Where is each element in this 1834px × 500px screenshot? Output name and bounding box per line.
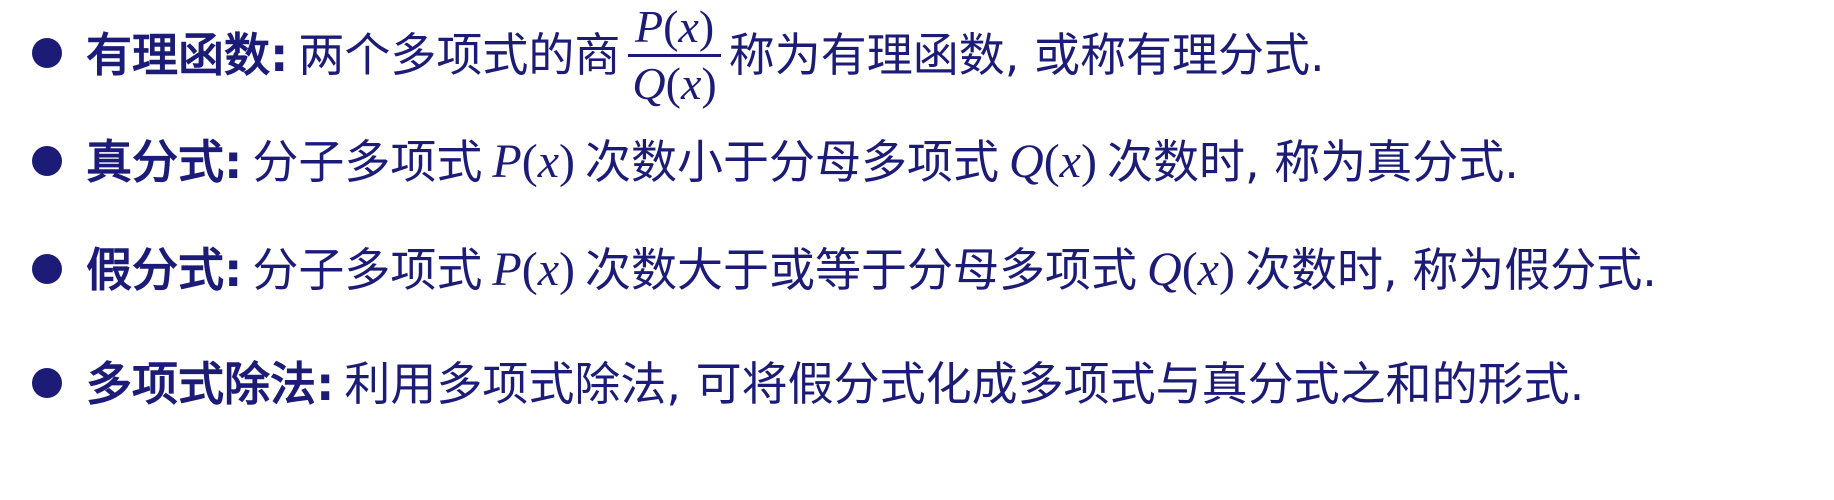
definition-text: 称为有理函数, 或称有理分式. xyxy=(728,28,1325,82)
definition-line: 有理函数: 两个多项式的商 P(x) Q(x) 称为有理函数, 或称有理分式. xyxy=(86,0,1325,110)
definition-text: 次数时, 称为真分式. xyxy=(1106,135,1519,189)
definition-text: 次数时, 称为假分式. xyxy=(1244,243,1657,297)
definition-text: 两个多项式的商 xyxy=(298,28,621,82)
definition-rational-function: 有理函数: 两个多项式的商 P(x) Q(x) 称为有理函数, 或称有理分式. xyxy=(0,0,1834,110)
definition-polynomial-division: 多项式除法: 利用多项式除法, 可将假分式化成多项式与真分式之和的形式. xyxy=(0,326,1834,436)
definition-text: 分子多项式 xyxy=(252,135,483,189)
bullet-icon xyxy=(32,254,62,284)
term-label: 假分式: xyxy=(86,243,243,297)
definition-text: 利用多项式除法, 可将假分式化成多项式与真分式之和的形式. xyxy=(344,357,1585,411)
bullet-icon xyxy=(32,38,62,68)
definition-proper-fraction: 真分式: 分子多项式 P(x) 次数小于分母多项式 Q(x) 次数时, 称为真分… xyxy=(0,106,1834,216)
definition-text: 次数小于分母多项式 xyxy=(585,135,1000,189)
definition-improper-fraction: 假分式: 分子多项式 P(x) 次数大于或等于分母多项式 Q(x) 次数时, 称… xyxy=(0,212,1834,322)
fraction-numerator: P(x) xyxy=(634,0,715,52)
math-q-of-x: Q(x) xyxy=(1009,135,1097,188)
definition-line: 真分式: 分子多项式 P(x) 次数小于分母多项式 Q(x) 次数时, 称为真分… xyxy=(86,134,1519,190)
fraction-p-over-q: P(x) Q(x) xyxy=(628,0,721,109)
term-label: 多项式除法: xyxy=(86,357,335,411)
definition-text: 次数大于或等于分母多项式 xyxy=(585,243,1138,297)
math-p-of-x: P(x) xyxy=(492,243,576,296)
math-p-of-x: P(x) xyxy=(492,135,576,188)
math-q-of-x: Q(x) xyxy=(1147,243,1235,296)
bullet-icon xyxy=(32,368,62,398)
definition-text: 分子多项式 xyxy=(252,243,483,297)
definition-line: 多项式除法: 利用多项式除法, 可将假分式化成多项式与真分式之和的形式. xyxy=(86,356,1584,412)
definition-line: 假分式: 分子多项式 P(x) 次数大于或等于分母多项式 Q(x) 次数时, 称… xyxy=(86,242,1657,298)
term-label: 真分式: xyxy=(86,135,243,189)
bullet-icon xyxy=(32,146,62,176)
term-label: 有理函数: xyxy=(86,28,289,82)
fraction-denominator: Q(x) xyxy=(632,57,717,109)
